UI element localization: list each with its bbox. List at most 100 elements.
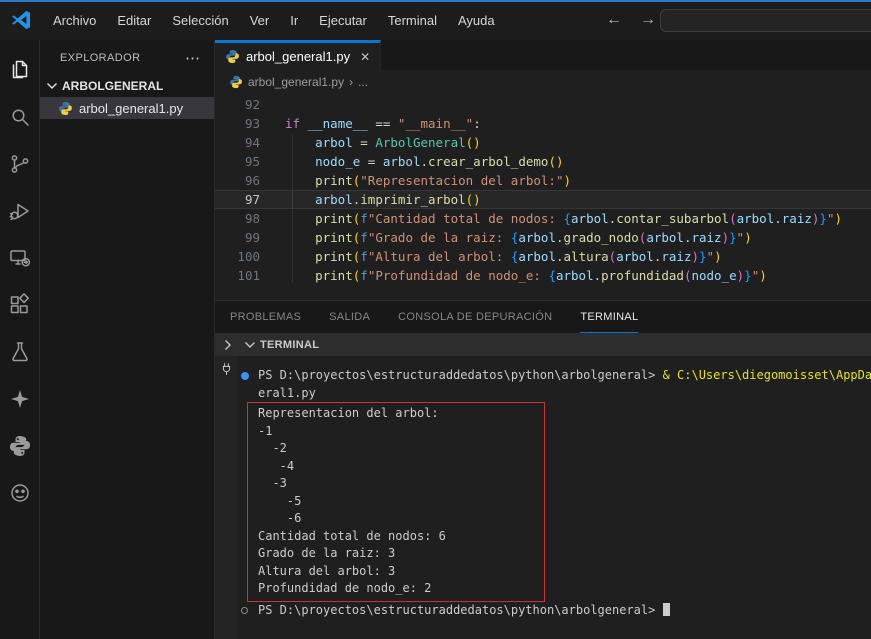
line-number: 99 [215,228,260,247]
terminal-line: Representacion del arbol: [258,405,544,423]
python-file-icon [58,101,73,116]
chevron-down-icon [44,78,60,94]
sidebar-title: EXPLORADOR [60,52,179,64]
terminal-output: PS D:\proyectos\estructuraddedatos\pytho… [215,356,871,639]
python-icon [8,434,32,458]
code-line-92: 92 [215,95,871,114]
file-label: arbol_general1.py [79,101,183,116]
code-editor[interactable]: 9293if __name__ == "__main__":94 arbol =… [215,95,871,295]
panel-tab-terminal[interactable]: TERMINAL [580,301,638,333]
menu-terminal[interactable]: Terminal [379,9,446,32]
bottom-panel: PROBLEMAS SALIDA CONSOLA DE DEPURACIÓN TERM… [215,300,871,639]
window-top-border [0,0,871,2]
terminal-line: -2 [258,440,544,458]
code-line-100: 100 print(f"Altura del arbol: {arbol.alt… [215,247,871,266]
red-annotation-box: Representacion del arbol:-1 -2 -4 -3 -5 … [247,402,545,602]
activity-run-debug[interactable] [0,187,40,234]
folder-arbolgeneral[interactable]: ARBOLGENERAL [40,75,214,97]
activity-testing[interactable] [0,328,40,375]
terminal-line: PS D:\proyectos\estructuraddedatos\pytho… [215,367,871,385]
code-line-99: 99 print(f"Grado de la raiz: {arbol.grad… [215,228,871,247]
folder-label: ARBOLGENERAL [62,79,163,93]
code-line-101: 101 print(f"Profundidad de nodo_e: {arbo… [215,266,871,285]
activity-python[interactable] [0,422,40,469]
code-line-97: 97 arbol.imprimir_arbol() [215,190,871,209]
terminal-line: PS D:\proyectos\estructuraddedatos\pytho… [215,602,871,620]
code-line-94: 94 arbol = ArbolGeneral() [215,133,871,152]
explorer-sidebar: EXPLORADOR ⋯ ARBOLGENERAL arbol_general1… [40,40,215,639]
forward-arrow-icon[interactable]: → [638,11,658,29]
close-icon[interactable]: ✕ [360,50,370,64]
command-prompt-decoration[interactable] [241,607,248,614]
terminal-section-header[interactable]: TERMINAL [215,333,871,356]
panel-tabbar: PROBLEMAS SALIDA CONSOLA DE DEPURACIÓN TERM… [215,301,871,333]
menu-selección[interactable]: Selección [163,9,237,32]
line-number: 92 [215,95,260,114]
line-number: 96 [215,171,260,190]
breadcrumb-more[interactable]: ... [358,75,368,89]
more-actions-icon[interactable]: ⋯ [179,49,206,67]
activity-extensions[interactable] [0,281,40,328]
source-control-icon [8,152,32,176]
terminal-line: Cantidad total de nodos: 6 [258,528,544,546]
activity-source-control[interactable] [0,140,40,187]
terminal-line: Grado de la raiz: 3 [258,545,544,563]
terminal-line: Altura del arbol: 3 [258,563,544,581]
terminal-line: -5 [258,493,544,511]
remote-icon [8,246,32,270]
python-file-icon [225,49,240,64]
code-line-96: 96 print("Representacion del arbol:") [215,171,871,190]
terminal-section-label: TERMINAL [260,339,319,351]
activity-search[interactable] [0,93,40,140]
activity-bar [0,40,40,639]
terminal-line: -6 [258,510,544,528]
menu-archivo[interactable]: Archivo [44,9,105,32]
menu-ir[interactable]: Ir [281,9,307,32]
line-number: 98 [215,209,260,228]
breadcrumb-separator: › [349,75,353,89]
line-number: 94 [215,133,260,152]
file-arbol-general1[interactable]: arbol_general1.py [40,97,214,119]
menu-ayuda[interactable]: Ayuda [449,9,504,32]
face-icon [8,481,32,505]
terminal[interactable]: PS D:\proyectos\estructuraddedatos\pytho… [215,356,871,639]
line-number: 93 [215,114,260,133]
code-line-95: 95 nodo_e = arbol.crear_arbol_demo() [215,152,871,171]
activity-explorer[interactable] [0,46,40,93]
editor-group: arbol_general1.py ✕ arbol_general1.py › … [215,40,871,300]
menu-editar[interactable]: Editar [108,9,160,32]
panel-tab-salida[interactable]: SALIDA [329,301,370,333]
extensions-icon [8,293,32,317]
command-success-decoration[interactable] [241,372,249,380]
activity-remote-explorer[interactable] [0,234,40,281]
chevron-right-icon[interactable] [220,337,236,353]
vscode-window: ArchivoEditarSelecciónVerIrEjecutarTermi… [0,0,871,639]
menu-ver[interactable]: Ver [241,9,279,32]
history-nav: ← → [604,0,658,40]
terminal-line: -4 [258,458,544,476]
code-line-93: 93if __name__ == "__main__": [215,114,871,133]
vscode-logo-icon [10,9,32,31]
activity-extension-face[interactable] [0,469,40,516]
tab-arbol-general1[interactable]: arbol_general1.py ✕ [215,40,381,70]
python-file-icon [229,75,243,89]
line-number: 95 [215,152,260,171]
menu-ejecutar[interactable]: Ejecutar [310,9,376,32]
panel-tab-consola-de-depuración[interactable]: CONSOLA DE DEPURACIÓN [398,301,552,333]
line-number: 101 [215,266,260,285]
terminal-cursor [663,603,670,616]
chevron-down-icon[interactable] [242,337,258,353]
command-center[interactable] [660,9,871,32]
terminal-line: -3 [258,475,544,493]
terminal-line: -1 [258,423,544,441]
line-number: 100 [215,247,260,266]
terminal-line: eral1.py [215,385,871,403]
activity-copilot[interactable] [0,375,40,422]
editor-tabbar: arbol_general1.py ✕ [215,40,871,70]
titlebar: ArchivoEditarSelecciónVerIrEjecutarTermi… [0,0,871,40]
debug-icon [8,199,32,223]
breadcrumb-file[interactable]: arbol_general1.py [248,75,344,89]
back-arrow-icon[interactable]: ← [604,11,624,29]
menu-bar: ArchivoEditarSelecciónVerIrEjecutarTermi… [44,9,507,32]
panel-tab-problemas[interactable]: PROBLEMAS [230,301,301,333]
